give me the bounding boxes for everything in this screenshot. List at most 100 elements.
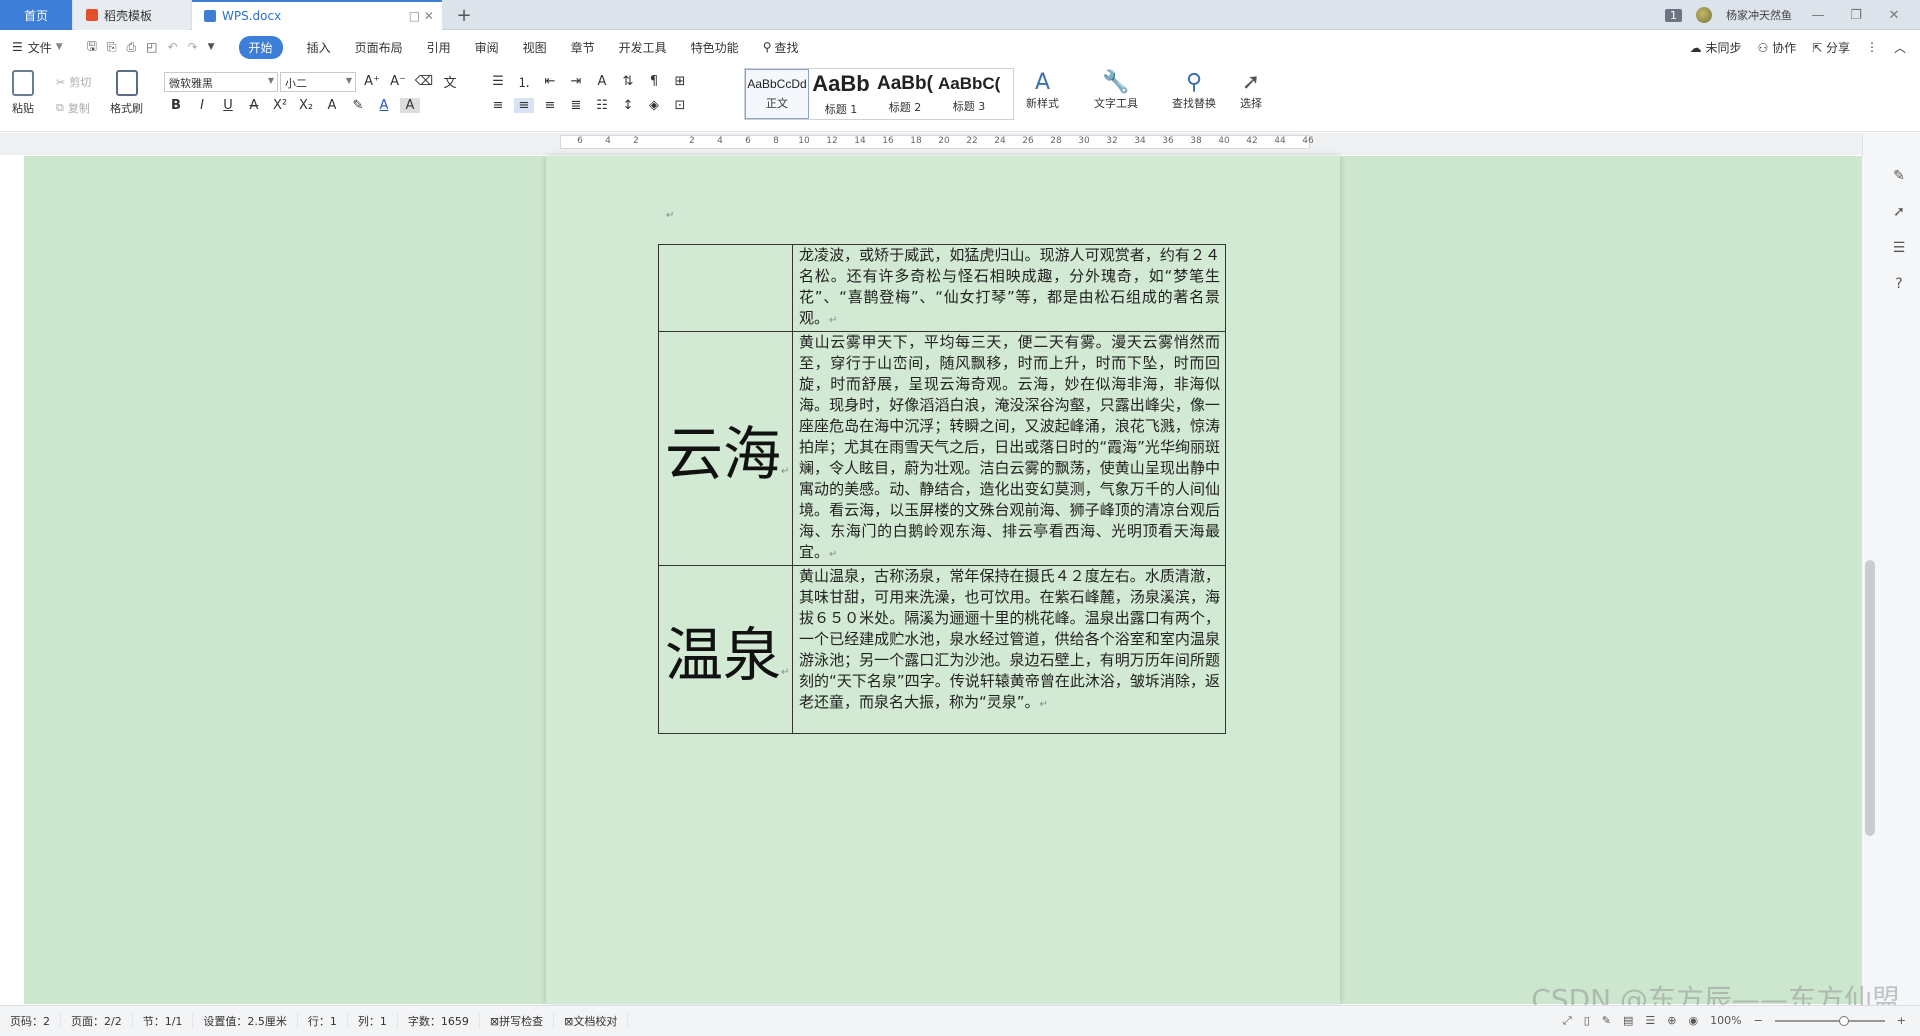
copy-button[interactable]: ⧉ 复制	[56, 100, 90, 116]
close-icon[interactable]: □ ✕	[409, 9, 434, 23]
table-cell-heading[interactable]	[658, 244, 793, 332]
pinyin-icon[interactable]: 文	[440, 72, 460, 91]
redo-icon[interactable]: ↷	[188, 40, 198, 54]
table-cell-heading[interactable]: 温泉↵	[658, 565, 793, 734]
scrollbar-thumb[interactable]	[1865, 560, 1875, 836]
find-replace-button[interactable]: ⚲ 查找替换	[1172, 70, 1216, 111]
style-heading3[interactable]: AaBbC(标题 3	[937, 69, 1001, 119]
page-view-icon[interactable]: ▤	[1623, 1014, 1633, 1027]
share-button[interactable]: ⇱ 分享	[1812, 39, 1850, 56]
style-heading1[interactable]: AaBb 标题 1	[809, 69, 873, 119]
highlight-icon[interactable]: ✎	[348, 98, 368, 113]
sync-button[interactable]: ☁ 未同步	[1690, 39, 1742, 56]
outline-view-icon[interactable]: ☰	[1645, 1014, 1655, 1027]
reading-mode-icon[interactable]: ▯	[1584, 1014, 1590, 1027]
window-count-badge[interactable]: 1	[1665, 8, 1682, 22]
eye-protect-icon[interactable]: ◉	[1689, 1014, 1699, 1027]
pointer-icon[interactable]: ➚	[1890, 204, 1908, 222]
menu-review[interactable]: 审阅	[463, 30, 511, 64]
help-icon[interactable]: ?	[1890, 276, 1908, 294]
sort-icon[interactable]: ⇅	[618, 74, 638, 89]
table-cell-text[interactable]: 龙凌波，或矫于威武，如猛虎归山。现游人可观赏者，约有２４名松。还有许多奇松与怪石…	[792, 244, 1226, 332]
tab-home[interactable]: 首页	[0, 0, 72, 30]
text-tools-button[interactable]: 🔧 文字工具	[1094, 70, 1138, 111]
font-size-select[interactable]: 小二 ▼	[280, 72, 356, 92]
web-view-icon[interactable]: ⊕	[1667, 1014, 1676, 1027]
strikethrough-icon[interactable]: A	[244, 98, 264, 113]
collapse-ribbon-icon[interactable]: ︿	[1894, 39, 1906, 56]
indent-icon[interactable]: ⇥	[566, 74, 586, 89]
tab-document[interactable]: WPS.docx □ ✕	[192, 0, 442, 30]
status-pages[interactable]: 页面：2/2	[61, 1013, 133, 1029]
new-style-button[interactable]: A 新样式	[1026, 70, 1059, 111]
status-word-count[interactable]: 字数：1659	[398, 1013, 480, 1029]
print-icon[interactable]: ⎙	[127, 40, 137, 55]
content-table[interactable]: 龙凌波，或矫于威武，如猛虎归山。现游人可观赏者，约有２４名松。还有许多奇松与怪石…	[658, 244, 1226, 734]
menu-file[interactable]: ☰ 文件 ▼	[0, 30, 75, 64]
align-left-icon[interactable]: ≡	[488, 98, 508, 113]
align-center-icon[interactable]: ≡	[514, 98, 534, 113]
justify-icon[interactable]: ≣	[566, 98, 586, 113]
close-window-icon[interactable]: ✕	[1882, 8, 1906, 23]
table-cell-text[interactable]: 黄山温泉，古称汤泉，常年保持在摄氏４２度左右。水质清澈，其味甘甜，可用来洗澡，也…	[792, 565, 1226, 734]
underline-icon[interactable]: U	[218, 98, 238, 113]
edit-icon[interactable]: ✎	[1890, 168, 1908, 186]
format-painter-button[interactable]: 格式刷	[110, 70, 143, 116]
restore-icon[interactable]: ❐	[1844, 8, 1868, 23]
line-spacing-icon[interactable]: ↕	[618, 98, 638, 113]
fullscreen-icon[interactable]: ⤢	[1563, 1014, 1572, 1028]
text-effect-icon[interactable]: A	[322, 98, 342, 113]
more-icon[interactable]: ⋮	[1866, 40, 1878, 54]
text-direction-icon[interactable]: A	[592, 74, 612, 89]
align-right-icon[interactable]: ≡	[540, 98, 560, 113]
print-preview-icon[interactable]: ◰	[146, 40, 157, 54]
avatar[interactable]	[1696, 7, 1712, 23]
paste-button[interactable]: 粘贴	[12, 70, 34, 116]
table-cell-text[interactable]: 黄山云雾甲天下，平均每三天，便二天有雾。漫天云雾悄然而至，穿行于山峦间，随风飘移…	[792, 331, 1226, 566]
subscript-icon[interactable]: X₂	[296, 98, 316, 113]
char-shading-icon[interactable]: A	[400, 98, 420, 113]
bullets-icon[interactable]: ☰	[488, 74, 508, 89]
menu-search[interactable]: ⚲ 查找	[751, 30, 811, 64]
outdent-icon[interactable]: ⇤	[540, 74, 560, 89]
font-color-icon[interactable]: A	[374, 98, 394, 113]
status-section[interactable]: 节：1/1	[133, 1013, 194, 1029]
user-name[interactable]: 杨家冲天然鱼	[1726, 7, 1792, 23]
zoom-level[interactable]: 100%	[1710, 1014, 1741, 1027]
proofread-button[interactable]: ⊠ 文档校对	[554, 1013, 629, 1029]
zoom-out-icon[interactable]: −	[1754, 1014, 1763, 1027]
border-icon[interactable]: ⊡	[670, 98, 690, 113]
zoom-slider[interactable]	[1774, 1015, 1885, 1026]
tab-template[interactable]: 稻壳模板	[74, 0, 190, 30]
menu-developer[interactable]: 开发工具	[607, 30, 679, 64]
style-heading2[interactable]: AaBb(标题 2	[873, 69, 937, 119]
table-cell-heading[interactable]: 云海↵	[658, 331, 793, 566]
superscript-icon[interactable]: X²	[270, 98, 290, 113]
output-pdf-icon[interactable]: ⎘	[107, 40, 117, 55]
write-mode-icon[interactable]: ✎	[1602, 1014, 1611, 1027]
zoom-in-icon[interactable]: +	[1897, 1014, 1906, 1027]
new-tab-button[interactable]: +	[450, 0, 478, 30]
status-setting[interactable]: 设置值：2.5厘米	[193, 1013, 298, 1029]
menu-start[interactable]: 开始	[227, 30, 295, 64]
menu-insert[interactable]: 插入	[295, 30, 343, 64]
shading-icon[interactable]: ◈	[644, 98, 664, 113]
show-marks-icon[interactable]: ¶	[644, 74, 664, 89]
distribute-icon[interactable]: ☷	[592, 98, 612, 113]
bold-icon[interactable]: B	[166, 98, 186, 113]
font-name-select[interactable]: 微软雅黑 ▼	[164, 72, 278, 92]
customize-icon[interactable]: ▼	[208, 42, 215, 52]
select-button[interactable]: ➚ 选择	[1240, 70, 1262, 111]
menu-special[interactable]: 特色功能	[679, 30, 751, 64]
clear-format-icon[interactable]: ⌫	[414, 74, 434, 89]
numbering-icon[interactable]: ⒈	[514, 72, 534, 91]
zoom-slider-handle[interactable]	[1838, 1015, 1849, 1026]
spell-check-button[interactable]: ⊠ 拼写检查	[480, 1013, 555, 1029]
undo-icon[interactable]: ↶	[168, 40, 178, 54]
grow-font-icon[interactable]: A⁺	[362, 74, 382, 89]
minimize-icon[interactable]: —	[1806, 8, 1830, 23]
menu-references[interactable]: 引用	[415, 30, 463, 64]
shrink-font-icon[interactable]: A⁻	[388, 74, 408, 89]
menu-layout[interactable]: 页面布局	[343, 30, 415, 64]
style-normal[interactable]: AaBbCcDd 正文	[745, 69, 809, 119]
